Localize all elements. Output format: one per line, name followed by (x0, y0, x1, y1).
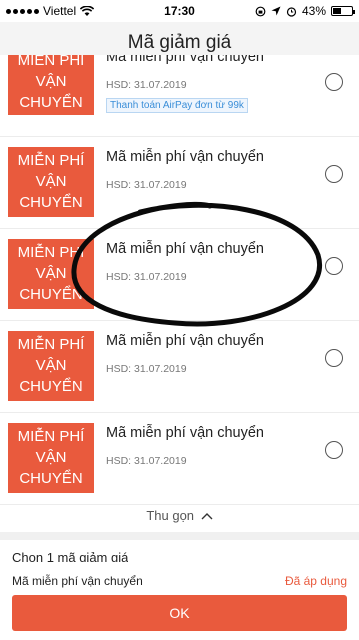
battery-percent: 43% (301, 4, 326, 18)
voucher-radio[interactable] (325, 73, 343, 91)
voucher-item[interactable]: MIỄN PHÍ VẬN CHUYỂN Mã miễn phí vận chuy… (0, 321, 359, 413)
voucher-radio[interactable] (325, 257, 343, 275)
alarm-icon (286, 6, 297, 17)
ok-button[interactable]: OK (12, 595, 347, 631)
voucher-stamp: MIỄN PHÍ VẬN CHUYỂN (4, 331, 94, 401)
voucher-list[interactable]: MIỄN PHÍ VẬN CHUYỂN Mã miễn phí vận chuy… (0, 55, 359, 532)
voucher-expiry: HSD: 31.07.2019 (106, 179, 187, 191)
stamp-line: CHUYỂN (19, 470, 83, 487)
stamp-line: MIỄN PHÍ (17, 336, 85, 353)
stamp-line: VẬN (35, 265, 67, 282)
stamp-line: VẬN (35, 73, 67, 90)
bottom-panel: Chọn 1 mã giảm giá Mã miễn phí vận chuyể… (0, 540, 359, 640)
voucher-expiry: HSD: 31.07.2019 (106, 271, 187, 283)
voucher-item[interactable]: MIỄN PHÍ VẬN CHUYỂN Mã miễn phí vận chuy… (0, 55, 359, 137)
stamp-line: VẬN (35, 357, 67, 374)
status-right: 43% (255, 4, 355, 18)
chevron-up-icon (201, 513, 213, 520)
voucher-stamp: MIỄN PHÍ VẬN CHUYỂN (4, 147, 94, 217)
voucher-stamp: MIỄN PHÍ VẬN CHUYỂN (4, 55, 94, 115)
voucher-radio[interactable] (325, 349, 343, 367)
collapse-button[interactable]: Thu gọn (0, 499, 359, 532)
section-divider (0, 532, 359, 540)
stamp-line: MIỄN PHÍ (17, 55, 85, 69)
selected-voucher-name: Mã miễn phí vận chuyển (12, 574, 143, 588)
stamp-line: VẬN (35, 449, 67, 466)
voucher-expiry: HSD: 31.07.2019 (106, 79, 187, 91)
voucher-radio[interactable] (325, 441, 343, 459)
voucher-name: Mã miễn phí vận chuyển (106, 425, 264, 441)
voucher-name: Mã miễn phí vận chuyển (106, 241, 264, 257)
pick-label: Chọn 1 mã giảm giá (12, 550, 129, 562)
voucher-item[interactable]: MIỄN PHÍ VẬN CHUYỂN Mã miễn phí vận chuy… (0, 413, 359, 505)
voucher-item[interactable]: MIỄN PHÍ VẬN CHUYỂN Mã miễn phí vận chuy… (0, 137, 359, 229)
battery-fill (333, 8, 341, 14)
rotation-lock-icon (255, 6, 266, 16)
voucher-item[interactable]: MIỄN PHÍ VẬN CHUYỂN Mã miễn phí vận chuy… (0, 229, 359, 321)
stamp-line: MIỄN PHÍ (17, 244, 85, 261)
voucher-stamp: MIỄN PHÍ VẬN CHUYỂN (4, 423, 94, 493)
stamp-line: CHUYỂN (19, 194, 83, 211)
collapse-label: Thu gọn (146, 508, 195, 523)
status-bar: Viettel 17:30 43% (0, 0, 359, 22)
stamp-line: CHUYỂN (19, 94, 83, 111)
stamp-line: VẬN (35, 173, 67, 190)
voucher-name: Mã miễn phí vận chuyển (106, 333, 264, 349)
stamp-line: MIỄN PHÍ (17, 152, 85, 169)
voucher-stamp: MIỄN PHÍ VẬN CHUYỂN (4, 239, 94, 309)
voucher-name: Mã miễn phí vận chuyển (106, 55, 264, 65)
stamp-line: CHUYỂN (19, 378, 83, 395)
voucher-radio[interactable] (325, 165, 343, 183)
stamp-line: MIỄN PHÍ (17, 428, 85, 445)
page-title: Mã giảm giá (127, 32, 232, 53)
voucher-expiry: HSD: 31.07.2019 (106, 455, 187, 467)
voucher-name: Mã miễn phí vận chuyển (106, 149, 264, 165)
battery-icon (331, 6, 355, 16)
voucher-expiry: HSD: 31.07.2019 (106, 363, 187, 375)
selected-voucher-row: Mã miễn phí vận chuyển Đã áp dụng (0, 570, 359, 592)
location-arrow-icon (271, 6, 281, 16)
stamp-line: CHUYỂN (19, 286, 83, 303)
voucher-tag: Thanh toán AirPay đơn từ 99k (106, 98, 248, 113)
applied-status: Đã áp dụng (284, 574, 347, 588)
